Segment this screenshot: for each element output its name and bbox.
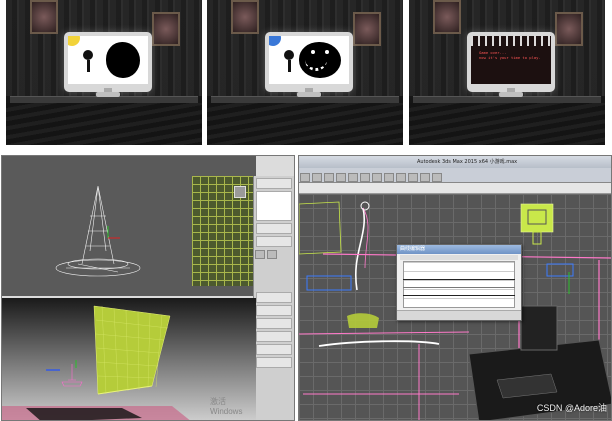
dialog-statusbar: [397, 310, 521, 320]
monitor-screen: [269, 36, 349, 84]
perspective-viewport-top[interactable]: [2, 156, 256, 296]
monster-blob: [299, 42, 341, 78]
sun-icon: [68, 36, 80, 46]
ribbon-bar[interactable]: [299, 183, 611, 194]
game-over-text: Game over... now it's your time to play.: [479, 50, 541, 60]
floor: [6, 103, 202, 145]
picture-frame: [555, 12, 583, 46]
monitor-stand: [297, 92, 321, 97]
sun-icon: [269, 36, 281, 46]
dialog-toolbar[interactable]: [400, 255, 518, 260]
stickman-icon: [283, 50, 295, 74]
picture-frame: [433, 0, 461, 34]
monitor-stand: [499, 92, 523, 97]
windows-watermark: 激活 Windows: [210, 397, 243, 416]
perspective-viewport-bottom[interactable]: 激活 Windows: [2, 298, 256, 420]
game-frame-1: [6, 0, 202, 145]
csdn-credit: CSDN @Adore油: [536, 403, 607, 413]
monitor: [265, 32, 353, 92]
command-panel[interactable]: [253, 176, 294, 420]
picture-frame: [152, 12, 180, 46]
curve-graph[interactable]: [403, 261, 515, 308]
game-frame-3: Game over... now it's your time to play.: [409, 0, 605, 145]
main-toolbar[interactable]: [299, 168, 611, 183]
curve-editor-dialog[interactable]: 曲线编辑器: [396, 244, 522, 321]
teeth-decoration: [471, 36, 551, 46]
animation-viewport-right[interactable]: Autodesk 3ds Max 2015 x64 小游戏.max 曲线编辑器 …: [298, 155, 612, 421]
modeling-viewport-left[interactable]: 激活 Windows: [1, 155, 295, 421]
monitor-screen: [68, 36, 148, 84]
view-cube-icon[interactable]: [234, 186, 246, 198]
picture-frame: [231, 0, 259, 34]
picture-frame: [353, 12, 381, 46]
dialog-title: 曲线编辑器: [397, 245, 521, 254]
monitor: [64, 32, 152, 92]
stickman-icon: [82, 50, 94, 74]
window-title: Autodesk 3ds Max 2015 x64 小游戏.max: [417, 159, 518, 165]
game-frame-2: [207, 0, 403, 145]
monitor: Game over... now it's your time to play.: [467, 32, 555, 92]
picture-frame: [30, 0, 58, 34]
monitor-screen: Game over... now it's your time to play.: [471, 36, 551, 84]
monster-blob: [106, 42, 140, 78]
monitor-stand: [96, 92, 120, 97]
side-viewport[interactable]: [192, 176, 256, 286]
